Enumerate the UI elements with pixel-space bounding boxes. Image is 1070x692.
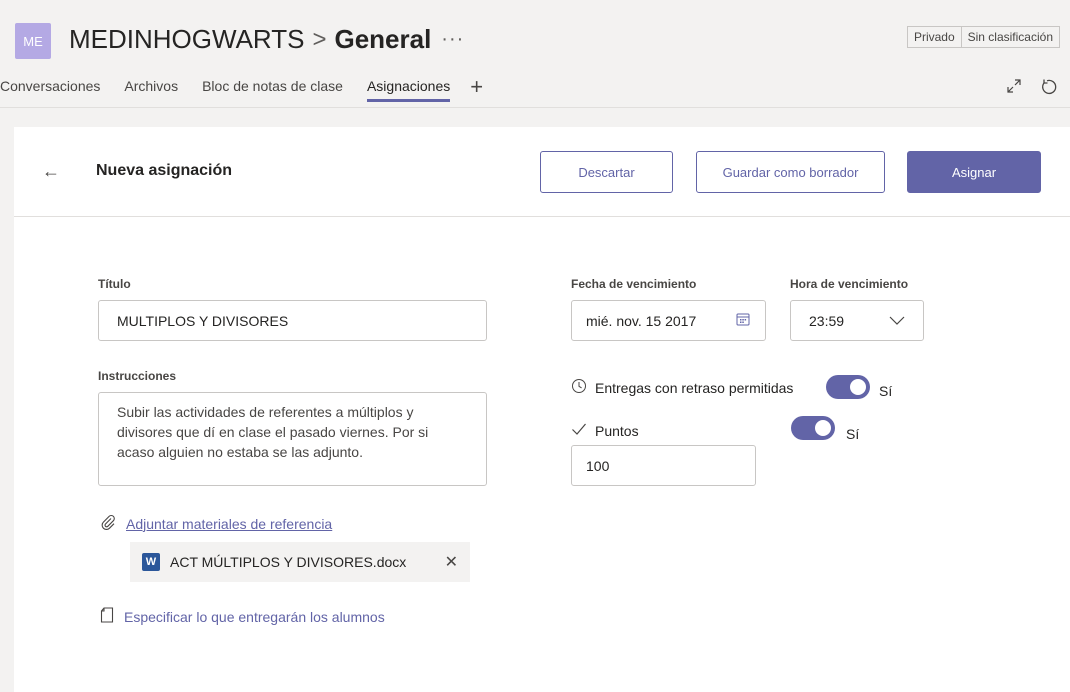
app-header: ME MEDINHOGWARTS > General ··· Privado S… (0, 0, 1070, 108)
more-options-icon[interactable]: ··· (441, 28, 464, 51)
breadcrumb: MEDINHOGWARTS > General ··· (69, 24, 464, 55)
instructions-label: Instrucciones (98, 369, 177, 383)
due-date-value: mié. nov. 15 2017 (586, 312, 697, 329)
channel-name[interactable]: General (334, 24, 431, 55)
chevron-down-icon[interactable] (889, 313, 905, 329)
points-option: Puntos (571, 422, 639, 439)
privacy-badge: Privado (913, 30, 955, 44)
points-toggle[interactable] (791, 416, 835, 440)
back-arrow-icon[interactable]: ← (42, 161, 60, 182)
document-icon (100, 607, 114, 626)
expand-icon[interactable] (1006, 78, 1022, 101)
title-label: Título (98, 277, 131, 291)
word-document-icon: W (142, 553, 160, 571)
add-tab-icon[interactable]: + (470, 76, 483, 98)
refresh-icon[interactable] (1040, 78, 1058, 101)
save-draft-button[interactable]: Guardar como borrador (696, 151, 885, 193)
classification-badge: Sin clasificación (960, 27, 1059, 47)
due-date-picker[interactable]: mié. nov. 15 2017 (571, 300, 766, 341)
specify-submission-text[interactable]: Especificar lo que entregarán los alumno… (124, 609, 385, 625)
late-submissions-toggle-text: Sí (879, 383, 893, 399)
late-submissions-label: Entregas con retraso permitidas (595, 379, 794, 396)
due-date-label: Fecha de vencimiento (571, 277, 697, 291)
attachment-chip[interactable]: W ACT MÚLTIPLOS Y DIVISORES.docx ✕ (130, 542, 470, 582)
page-title: Nueva asignación (96, 162, 233, 179)
checkmark-icon (571, 422, 587, 439)
breadcrumb-separator: > (312, 25, 327, 53)
team-avatar[interactable]: ME (15, 23, 51, 59)
attachment-name[interactable]: ACT MÚLTIPLOS Y DIVISORES.docx (170, 554, 406, 570)
title-input[interactable]: MULTIPLOS Y DIVISORES (98, 300, 487, 341)
tab-bloc-de-notas[interactable]: Bloc de notas de clase (202, 78, 343, 102)
assignment-toolbar: ← Nueva asignación Descartar Guardar com… (14, 127, 1070, 217)
attach-materials-text[interactable]: Adjuntar materiales de referencia (126, 516, 332, 532)
team-name[interactable]: MEDINHOGWARTS (69, 24, 304, 55)
points-input[interactable]: 100 (571, 445, 756, 486)
specify-submission-link[interactable]: Especificar lo que entregarán los alumno… (100, 607, 385, 626)
paperclip-icon (100, 514, 116, 533)
tab-conversaciones[interactable]: Conversaciones (0, 78, 100, 102)
due-time-label: Hora de vencimiento (790, 277, 909, 291)
assign-button[interactable]: Asignar (907, 151, 1041, 193)
tab-archivos[interactable]: Archivos (124, 78, 178, 102)
late-submissions-option: Entregas con retraso permitidas (571, 378, 793, 397)
assignment-panel: ← Nueva asignación Descartar Guardar com… (14, 127, 1070, 692)
tab-asignaciones[interactable]: Asignaciones (366, 78, 451, 102)
instructions-textarea[interactable]: Subir las actividades de referentes a mú… (98, 392, 487, 486)
attach-materials-link[interactable]: Adjuntar materiales de referencia (100, 514, 332, 533)
due-time-select[interactable]: 23:59 (790, 300, 924, 341)
points-label: Puntos (595, 422, 639, 439)
late-submissions-toggle[interactable] (826, 375, 870, 399)
clock-icon (571, 378, 587, 397)
classification-badges: Privado Sin clasificación (906, 26, 1060, 48)
discard-button[interactable]: Descartar (540, 151, 673, 193)
calendar-icon[interactable] (735, 311, 751, 330)
remove-attachment-icon[interactable]: ✕ (445, 552, 458, 572)
header-actions (1006, 78, 1058, 101)
channel-tabs: Conversaciones Archivos Bloc de notas de… (0, 76, 483, 102)
due-time-value: 23:59 (809, 312, 845, 329)
points-toggle-text: Sí (846, 426, 860, 442)
